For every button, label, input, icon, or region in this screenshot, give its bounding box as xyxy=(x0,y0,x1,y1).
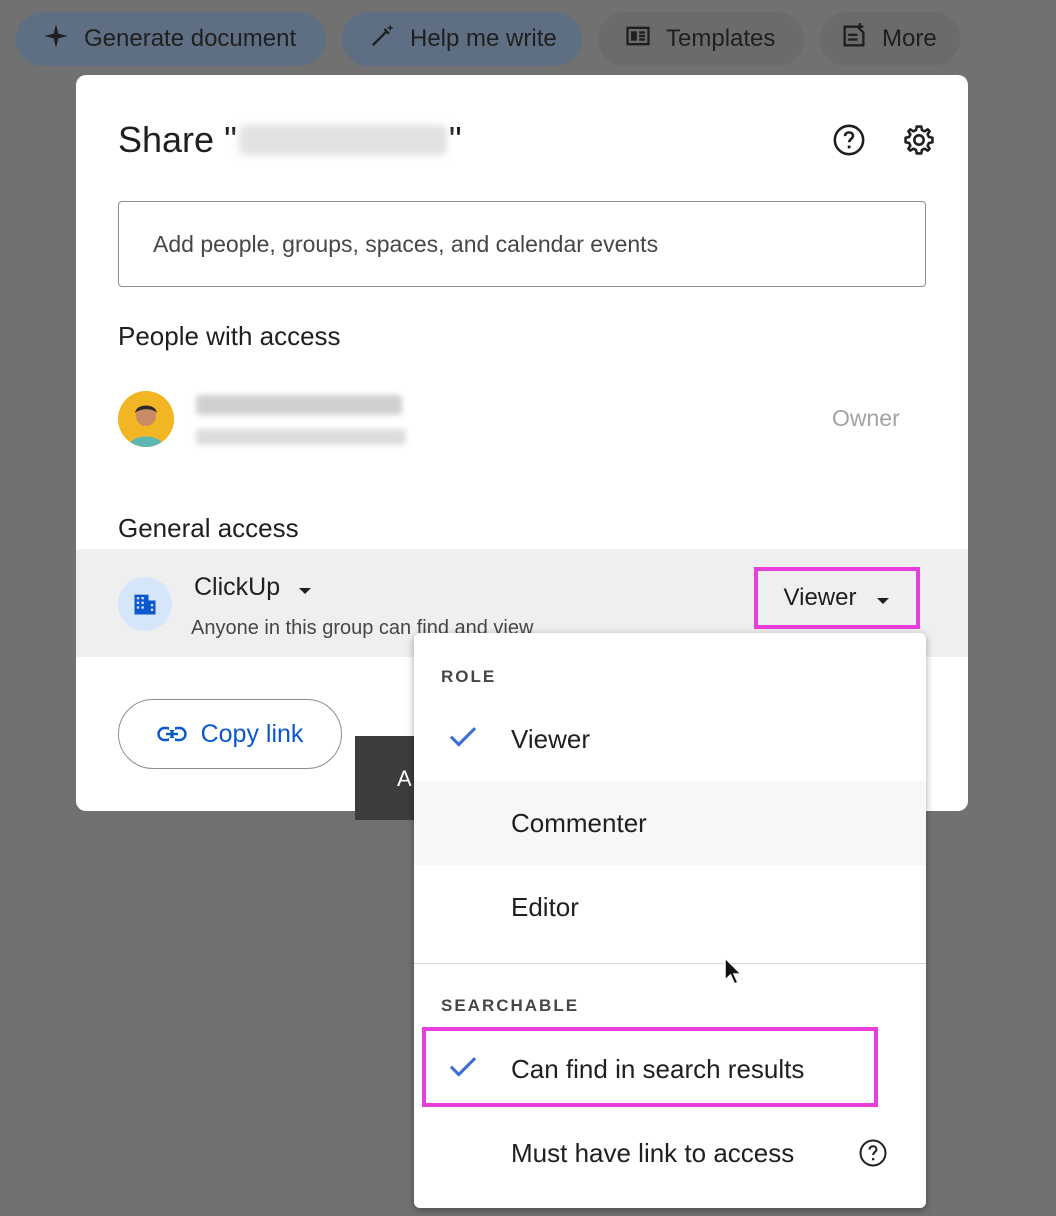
blurred-owner-name xyxy=(196,395,402,415)
templates-chip[interactable]: Templates xyxy=(598,12,804,66)
link-icon xyxy=(156,720,187,749)
owner-role-label: Owner xyxy=(832,405,900,431)
templates-label: Templates xyxy=(666,25,776,52)
copy-link-button[interactable]: Copy link xyxy=(118,699,342,769)
caret-down-icon xyxy=(876,584,890,612)
mouse-pointer-icon xyxy=(723,956,745,988)
building-icon xyxy=(118,577,172,631)
menu-item-label: Editor xyxy=(511,891,579,922)
role-heading: ROLE xyxy=(441,667,497,686)
settings-gear-icon[interactable] xyxy=(902,123,936,157)
general-access-heading: General access xyxy=(118,513,299,543)
blurred-document-name xyxy=(238,125,447,155)
more-label: More xyxy=(882,25,937,52)
check-icon xyxy=(446,719,480,753)
menu-item-label: Commenter xyxy=(511,807,647,838)
template-icon xyxy=(624,22,652,57)
title-suffix: " xyxy=(448,119,462,160)
help-me-write-label: Help me write xyxy=(410,25,557,52)
role-menu: ROLE Viewer Commenter Editor SEARCHABLE … xyxy=(414,633,926,1208)
pen-sparkle-icon xyxy=(368,22,396,57)
copy-link-label: Copy link xyxy=(200,719,304,748)
group-access-dropdown[interactable]: ClickUp xyxy=(194,573,312,602)
title-prefix: Share " xyxy=(118,119,237,160)
partially-hidden-button-label: A xyxy=(397,766,412,791)
generate-document-chip[interactable]: Generate document xyxy=(16,12,326,66)
menu-item-commenter[interactable]: Commenter xyxy=(414,781,926,865)
help-icon[interactable] xyxy=(832,123,866,157)
avatar xyxy=(118,391,174,447)
sparkle-icon xyxy=(42,22,70,57)
searchable-heading: SEARCHABLE xyxy=(441,996,580,1015)
menu-divider xyxy=(414,963,926,964)
menu-item-editor[interactable]: Editor xyxy=(414,865,926,949)
people-with-access-heading: People with access xyxy=(118,321,341,351)
role-dropdown-button[interactable]: Viewer xyxy=(754,567,920,629)
menu-item-viewer[interactable]: Viewer xyxy=(414,697,926,781)
help-icon[interactable] xyxy=(858,1138,888,1173)
dialog-title: Share " " xyxy=(118,119,462,161)
caret-down-icon xyxy=(298,573,312,602)
highlight-box xyxy=(422,1027,878,1107)
role-button-label: Viewer xyxy=(783,584,857,611)
help-me-write-chip[interactable]: Help me write xyxy=(342,12,582,66)
group-name-label: ClickUp xyxy=(194,573,281,601)
blurred-owner-email xyxy=(196,429,406,445)
add-people-input[interactable] xyxy=(118,201,926,287)
generate-document-label: Generate document xyxy=(84,25,297,52)
note-add-icon xyxy=(840,22,868,57)
menu-item-must-have-link[interactable]: Must have link to access xyxy=(414,1111,926,1195)
menu-item-label: Viewer xyxy=(511,723,591,754)
more-chip[interactable]: More xyxy=(820,12,960,66)
menu-item-label: Must have link to access xyxy=(511,1137,795,1168)
